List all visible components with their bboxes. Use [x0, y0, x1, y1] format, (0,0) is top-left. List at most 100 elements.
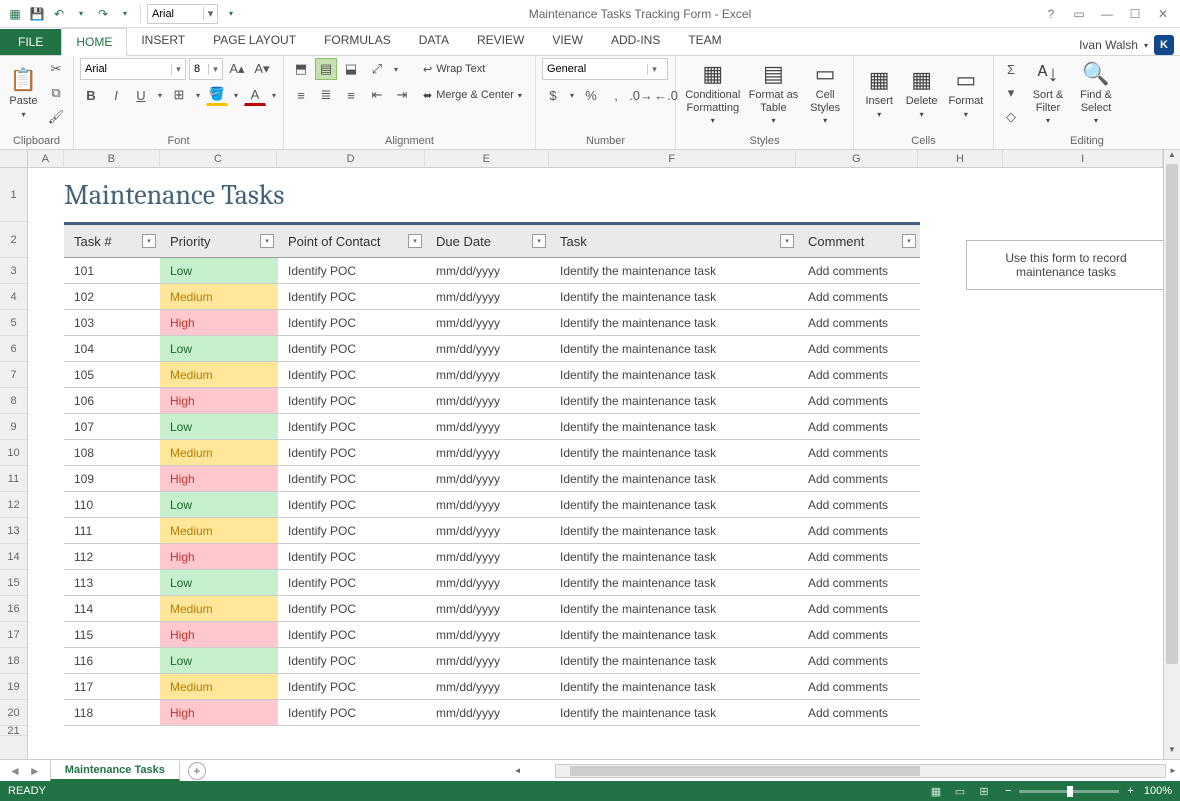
column-header[interactable]: E — [425, 150, 549, 167]
table-cell[interactable]: Identify POC — [278, 648, 426, 673]
table-cell[interactable]: Identify the maintenance task — [550, 440, 798, 465]
table-cell[interactable]: Identify the maintenance task — [550, 414, 798, 439]
row-header[interactable]: 10 — [0, 440, 27, 466]
table-header[interactable]: Due Date▾ — [426, 225, 550, 257]
table-cell[interactable]: Add comments — [798, 544, 920, 569]
table-cell[interactable]: 102 — [64, 284, 160, 309]
row-header[interactable]: 9 — [0, 414, 27, 440]
table-cell[interactable]: Low — [160, 414, 278, 439]
table-cell[interactable]: High — [160, 466, 278, 491]
zoom-level[interactable]: 100% — [1144, 785, 1172, 797]
filter-icon[interactable]: ▾ — [902, 234, 916, 248]
tab-page-layout[interactable]: PAGE LAYOUT — [199, 27, 310, 55]
column-header[interactable]: B — [64, 150, 160, 167]
sheet-nav-next-icon[interactable]: ► — [26, 764, 44, 778]
chevron-down-icon[interactable]: ▾ — [171, 64, 185, 75]
font-color-icon[interactable]: A — [244, 84, 266, 106]
table-cell[interactable]: 113 — [64, 570, 160, 595]
table-cell[interactable]: Identify POC — [278, 700, 426, 725]
format-as-table-button[interactable]: ▤Format as Table▾ — [748, 58, 800, 128]
tab-insert[interactable]: INSERT — [127, 27, 199, 55]
zoom-in-icon[interactable]: + — [1127, 785, 1133, 797]
table-cell[interactable]: Medium — [160, 596, 278, 621]
zoom-out-icon[interactable]: − — [1005, 785, 1011, 797]
orientation-dropdown-icon[interactable]: ▾ — [391, 58, 401, 80]
row-header[interactable]: 21 — [0, 726, 27, 736]
table-cell[interactable]: 104 — [64, 336, 160, 361]
table-row[interactable]: 103HighIdentify POCmm/dd/yyyyIdentify th… — [64, 310, 920, 336]
table-cell[interactable]: High — [160, 310, 278, 335]
accounting-icon[interactable]: $ — [542, 84, 564, 106]
tab-data[interactable]: DATA — [405, 27, 463, 55]
column-header[interactable]: G — [796, 150, 918, 167]
scroll-up-icon[interactable]: ▲ — [1164, 150, 1180, 164]
table-cell[interactable]: Identify POC — [278, 492, 426, 517]
table-cell[interactable]: mm/dd/yyyy — [426, 466, 550, 491]
table-cell[interactable]: Add comments — [798, 258, 920, 283]
conditional-formatting-button[interactable]: ▦Conditional Formatting▾ — [682, 58, 744, 128]
filter-icon[interactable]: ▾ — [142, 234, 156, 248]
table-cell[interactable]: Low — [160, 570, 278, 595]
fill-color-icon[interactable]: 🪣 — [206, 84, 228, 106]
table-cell[interactable]: Identify POC — [278, 544, 426, 569]
minimize-icon[interactable]: — — [1094, 3, 1120, 25]
italic-button[interactable]: I — [105, 84, 127, 106]
font-size-input[interactable] — [190, 63, 208, 75]
maximize-icon[interactable]: ☐ — [1122, 3, 1148, 25]
table-cell[interactable]: 108 — [64, 440, 160, 465]
underline-dropdown-icon[interactable]: ▾ — [155, 84, 165, 106]
page-break-view-icon[interactable]: ⊞ — [973, 783, 995, 799]
decrease-decimal-icon[interactable]: ←.0 — [655, 84, 677, 106]
tab-formulas[interactable]: FORMULAS — [310, 27, 405, 55]
table-cell[interactable]: mm/dd/yyyy — [426, 570, 550, 595]
table-cell[interactable]: Low — [160, 258, 278, 283]
undo-icon[interactable]: ↶ — [50, 5, 68, 23]
row-header[interactable]: 12 — [0, 492, 27, 518]
increase-font-icon[interactable]: A▴ — [226, 58, 248, 80]
table-cell[interactable]: Identify POC — [278, 674, 426, 699]
table-cell[interactable]: mm/dd/yyyy — [426, 440, 550, 465]
format-button[interactable]: ▭Format▾ — [945, 58, 987, 128]
table-cell[interactable]: High — [160, 388, 278, 413]
table-row[interactable]: 115HighIdentify POCmm/dd/yyyyIdentify th… — [64, 622, 920, 648]
horizontal-scrollbar[interactable] — [555, 764, 1166, 778]
table-cell[interactable]: Identify POC — [278, 518, 426, 543]
table-cell[interactable]: Add comments — [798, 466, 920, 491]
font-name-input[interactable] — [81, 63, 171, 75]
row-header[interactable]: 7 — [0, 362, 27, 388]
table-cell[interactable]: Identify POC — [278, 258, 426, 283]
chevron-down-icon[interactable]: ▾ — [1144, 41, 1148, 50]
page-layout-view-icon[interactable]: ▭ — [949, 783, 971, 799]
help-icon[interactable]: ? — [1038, 3, 1064, 25]
table-cell[interactable]: mm/dd/yyyy — [426, 648, 550, 673]
insert-button[interactable]: ▦Insert▾ — [860, 58, 898, 128]
hscroll-thumb[interactable] — [570, 766, 920, 776]
table-cell[interactable]: Add comments — [798, 518, 920, 543]
table-cell[interactable]: 101 — [64, 258, 160, 283]
delete-button[interactable]: ▦Delete▾ — [902, 58, 940, 128]
row-header[interactable]: 6 — [0, 336, 27, 362]
tab-home[interactable]: HOME — [61, 28, 127, 56]
table-cell[interactable]: Low — [160, 336, 278, 361]
table-cell[interactable]: Add comments — [798, 414, 920, 439]
table-cell[interactable]: Identify POC — [278, 284, 426, 309]
row-header[interactable]: 13 — [0, 518, 27, 544]
table-cell[interactable]: 117 — [64, 674, 160, 699]
table-cell[interactable]: Identify the maintenance task — [550, 466, 798, 491]
table-cell[interactable]: Medium — [160, 440, 278, 465]
filter-icon[interactable]: ▾ — [260, 234, 274, 248]
table-header[interactable]: Comment▾ — [798, 225, 920, 257]
autosum-icon[interactable]: Σ — [1000, 58, 1022, 80]
table-cell[interactable]: Identify POC — [278, 466, 426, 491]
cell-styles-button[interactable]: ▭Cell Styles▾ — [803, 58, 847, 128]
table-cell[interactable]: mm/dd/yyyy — [426, 492, 550, 517]
table-cell[interactable]: mm/dd/yyyy — [426, 388, 550, 413]
clear-icon[interactable]: ◇ — [1000, 106, 1022, 128]
table-cell[interactable]: mm/dd/yyyy — [426, 414, 550, 439]
scroll-thumb[interactable] — [1166, 164, 1178, 664]
table-cell[interactable]: mm/dd/yyyy — [426, 362, 550, 387]
table-cell[interactable]: Add comments — [798, 362, 920, 387]
accounting-dropdown-icon[interactable]: ▾ — [567, 84, 577, 106]
redo-dropdown-icon[interactable]: ▾ — [116, 5, 134, 23]
table-cell[interactable]: Identify POC — [278, 388, 426, 413]
